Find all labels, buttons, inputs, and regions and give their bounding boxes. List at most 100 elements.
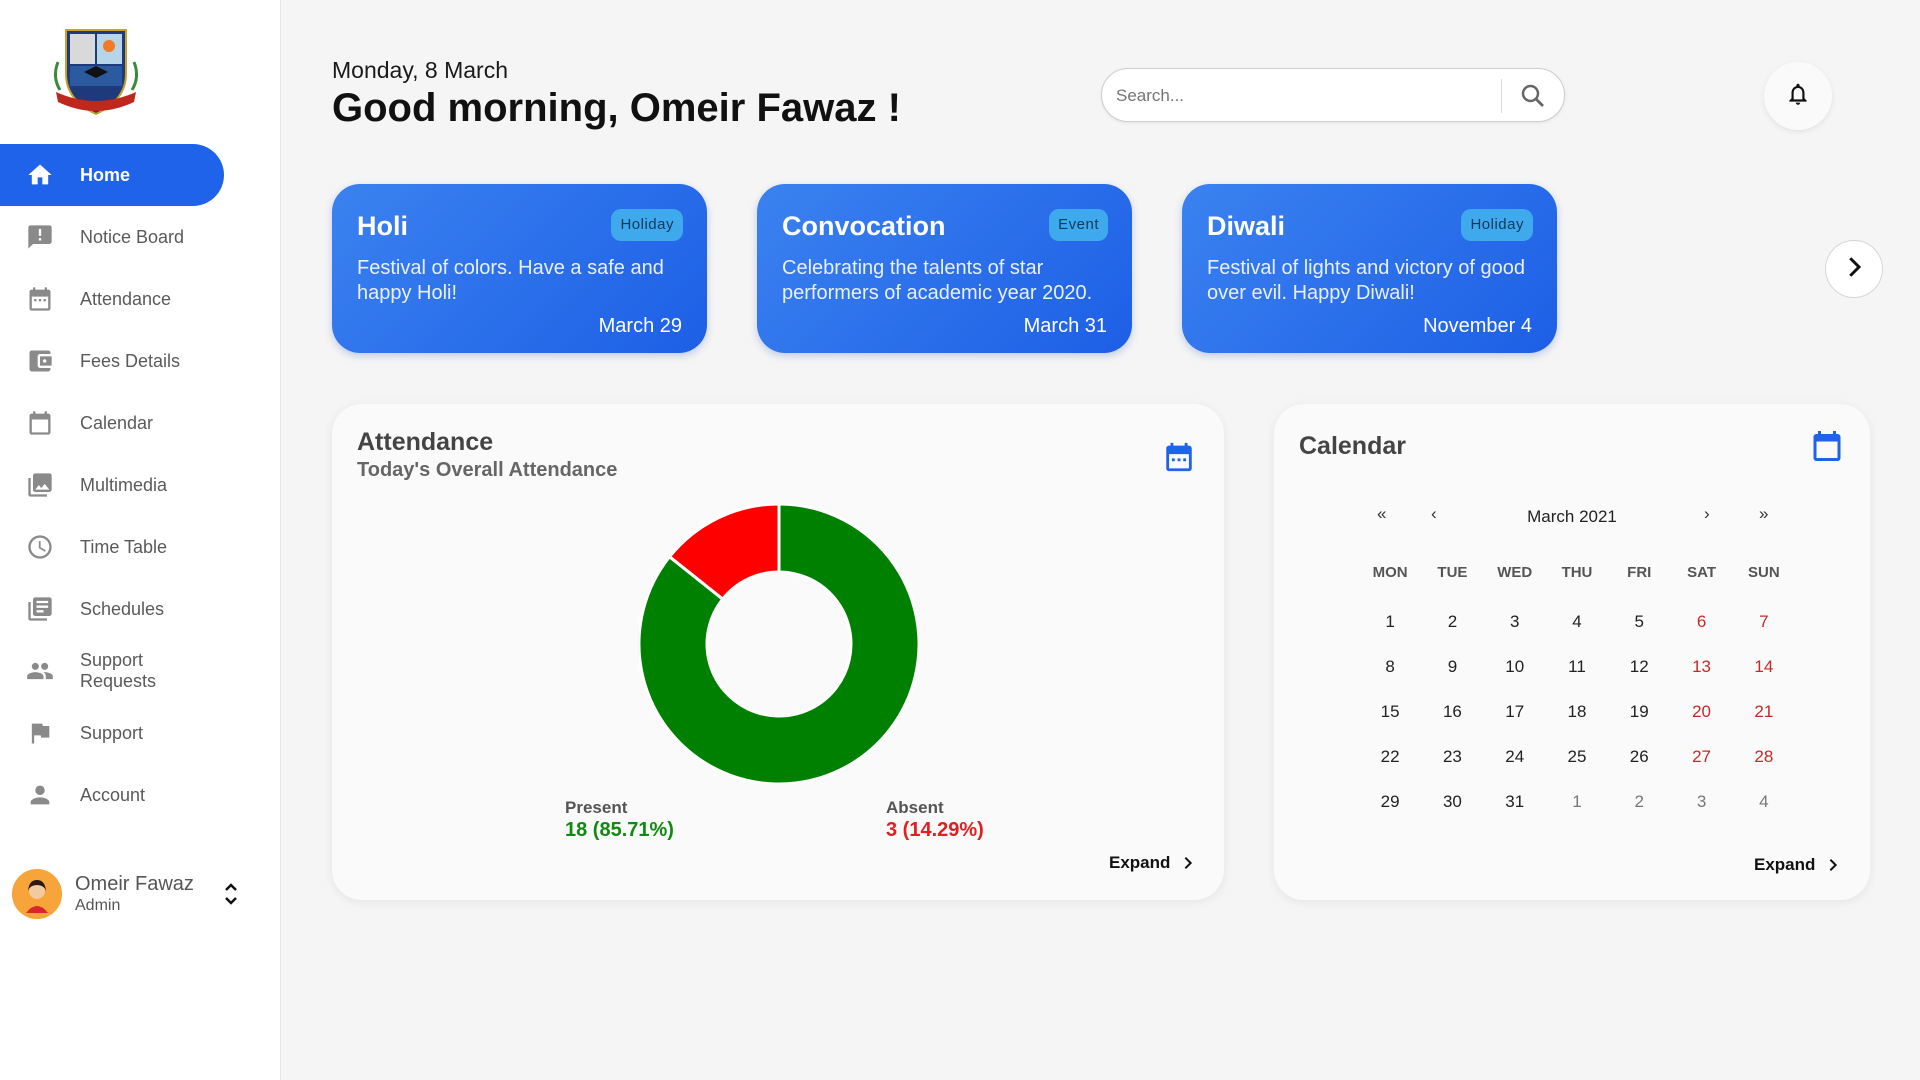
calendar-week-row: 15 16 17 18 19 20 21 [1359, 689, 1795, 734]
event-badge: Event [1049, 209, 1108, 241]
calendar-day[interactable]: 20 [1670, 702, 1732, 722]
calendar-icon[interactable] [1162, 440, 1196, 474]
wallet-icon [26, 347, 54, 375]
sidebar-item-label: Calendar [80, 412, 154, 433]
sidebar-nav: Home Notice Board Attendance Fees Detail… [0, 144, 281, 826]
sidebar-item-attendance[interactable]: Attendance [0, 268, 281, 330]
person-icon [26, 781, 54, 809]
calendar-day[interactable]: 24 [1484, 747, 1546, 767]
weekday-label: MON [1372, 563, 1408, 581]
sidebar-item-support[interactable]: Support [0, 702, 281, 764]
sidebar-item-account[interactable]: Account [0, 764, 281, 826]
legend-label: Absent [886, 798, 944, 817]
calendar-next-button[interactable]: › [1704, 504, 1710, 524]
calendar-day[interactable]: 1 [1359, 612, 1421, 632]
calendar-day[interactable]: 2 [1421, 612, 1483, 632]
calendar-day-outside-month[interactable]: 4 [1733, 792, 1795, 812]
sidebar-item-multimedia[interactable]: Multimedia [0, 454, 281, 516]
sidebar-item-calendar[interactable]: Calendar [0, 392, 281, 454]
page-title: Good morning, Omeir Fawaz ! [332, 86, 901, 130]
event-date: November 4 [1423, 315, 1532, 337]
calendar-day[interactable]: 30 [1421, 792, 1483, 812]
calendar-day[interactable]: 23 [1421, 747, 1483, 767]
user-name: Omeir Fawaz [75, 873, 194, 895]
weekday-label: SUN [1747, 563, 1780, 581]
calendar-day[interactable]: 29 [1359, 792, 1421, 812]
sidebar-item-time-table[interactable]: Time Table [0, 516, 281, 578]
event-badge: Holiday [611, 209, 683, 241]
weekday-label: TUE [1437, 563, 1468, 581]
expand-label: Expand [1754, 855, 1816, 874]
legend-value: 3 (14.29%) [886, 819, 984, 841]
school-crest-logo[interactable] [46, 22, 146, 122]
calendar-day[interactable]: 4 [1546, 612, 1608, 632]
calendar-day[interactable]: 31 [1484, 792, 1546, 812]
flag-icon [26, 719, 54, 747]
sidebar-item-notice-board[interactable]: Notice Board [0, 206, 281, 268]
people-icon [26, 657, 54, 685]
calendar-day[interactable]: 12 [1608, 657, 1670, 677]
home-icon [26, 161, 54, 189]
calendar-day[interactable]: 17 [1484, 702, 1546, 722]
calendar-day[interactable]: 11 [1546, 657, 1608, 677]
event-card-convocation[interactable]: Convocation Event Celebrating the talent… [757, 184, 1132, 353]
sidebar-item-label: Support Requests [80, 650, 156, 692]
weekday-label: FRI [1627, 563, 1652, 581]
calendar-day[interactable]: 18 [1546, 702, 1608, 722]
calendar-day-outside-month[interactable]: 3 [1670, 792, 1732, 812]
calendar-week-row: 1 2 3 4 5 6 7 [1359, 599, 1795, 644]
calendar-day[interactable]: 22 [1359, 747, 1421, 767]
photo-library-icon [26, 471, 54, 499]
event-card-diwali[interactable]: Diwali Holiday Festival of lights and vi… [1182, 184, 1557, 353]
notifications-button[interactable] [1764, 62, 1832, 130]
calendar-day[interactable]: 19 [1608, 702, 1670, 722]
event-title: Holi [357, 211, 408, 241]
attendance-expand-button[interactable]: Expand [1109, 853, 1196, 873]
search-input[interactable] [1116, 82, 1486, 110]
expand-collapse-icon[interactable] [222, 879, 240, 909]
sidebar-item-label: Attendance [80, 288, 172, 309]
sidebar-item-fees-details[interactable]: Fees Details [0, 330, 281, 392]
calendar-day[interactable]: 6 [1670, 612, 1732, 632]
event-title: Convocation [782, 211, 946, 241]
calendar-day[interactable]: 3 [1484, 612, 1546, 632]
legend-absent: Absent 3 (14.29%) [886, 798, 984, 842]
sidebar-item-support-requests[interactable]: Support Requests [0, 640, 281, 702]
calendar-day[interactable]: 10 [1484, 657, 1546, 677]
sidebar-item-label: Schedules [80, 598, 165, 619]
calendar-day-outside-month[interactable]: 1 [1546, 792, 1608, 812]
calendar-expand-button[interactable]: Expand [1754, 855, 1841, 875]
panel-title: Calendar [1299, 432, 1406, 460]
calendar-day-today[interactable]: 8 [1359, 645, 1422, 690]
panel-subtitle: Today's Overall Attendance [357, 459, 618, 481]
calendar-day[interactable]: 7 [1733, 612, 1795, 632]
event-card-holi[interactable]: Holi Holiday Festival of colors. Have a … [332, 184, 707, 353]
search-icon[interactable] [1518, 81, 1548, 111]
event-description: Festival of colors. Have a safe and happ… [357, 257, 664, 304]
calendar-day[interactable]: 15 [1359, 702, 1421, 722]
calendar-day-number: 8 [1385, 656, 1395, 676]
sidebar-item-home[interactable]: Home [0, 144, 224, 206]
legend-value: 18 (85.71%) [565, 819, 674, 841]
user-profile[interactable]: Omeir Fawaz Admin [12, 868, 242, 920]
calendar-icon [26, 409, 54, 437]
calendar-day[interactable]: 21 [1733, 702, 1795, 722]
calendar-day[interactable]: 14 [1733, 657, 1795, 677]
event-badge: Holiday [1461, 209, 1533, 241]
events-next-button[interactable] [1825, 240, 1883, 298]
calendar-day[interactable]: 27 [1670, 747, 1732, 767]
calendar-last-button[interactable]: » [1759, 504, 1768, 524]
calendar-icon[interactable] [1809, 428, 1845, 464]
calendar-day[interactable]: 26 [1608, 747, 1670, 767]
calendar-day[interactable]: 25 [1546, 747, 1608, 767]
chevron-right-icon [1185, 856, 1193, 870]
calendar-day[interactable]: 9 [1421, 657, 1483, 677]
calendar-day[interactable]: 13 [1670, 657, 1732, 677]
calendar-day-outside-month[interactable]: 2 [1608, 792, 1670, 812]
calendar-day[interactable]: 16 [1421, 702, 1483, 722]
sidebar-item-schedules[interactable]: Schedules [0, 578, 281, 640]
calendar-day[interactable]: 5 [1608, 612, 1670, 632]
expand-label: Expand [1109, 853, 1171, 872]
calendar-day[interactable]: 28 [1733, 747, 1795, 767]
calendar-month-label[interactable]: March 2021 [1274, 507, 1870, 527]
